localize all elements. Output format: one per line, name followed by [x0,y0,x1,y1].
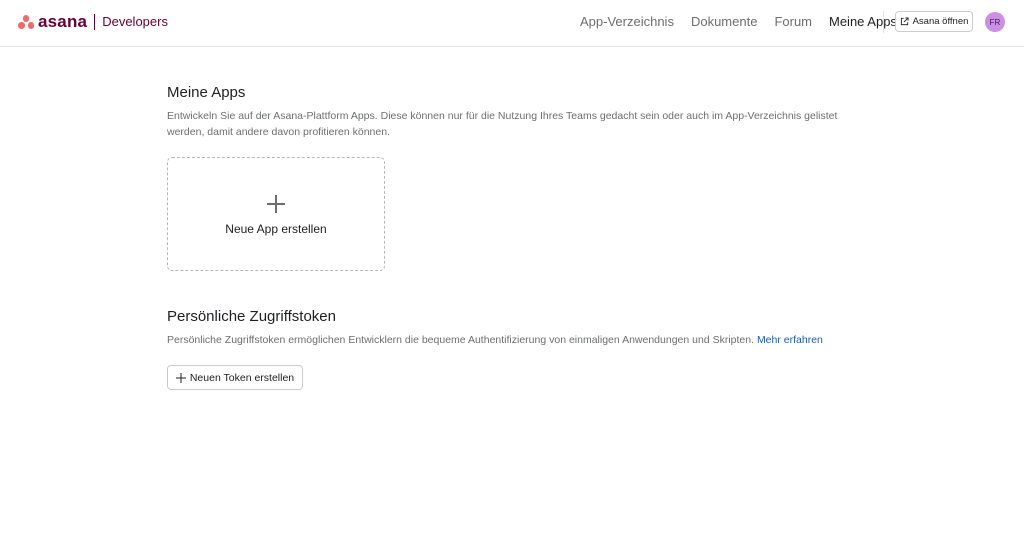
main-content: Meine Apps Entwickeln Sie auf der Asana-… [167,84,857,390]
new-app-button[interactable]: Neue App erstellen [167,157,385,271]
nav-divider [883,11,884,33]
new-token-button[interactable]: Neuen Token erstellen [167,365,303,390]
personal-access-tokens-section: Persönliche Zugriffstoken Persönliche Zu… [167,308,857,390]
brand-divider [94,14,96,30]
external-link-icon [900,17,909,26]
brand[interactable]: asana Developers [18,12,168,32]
user-avatar[interactable]: FR [985,12,1005,32]
top-navigation-bar: asana Developers App-Verzeichnis Dokumen… [0,0,1024,47]
learn-more-link[interactable]: Mehr erfahren [757,334,823,346]
tokens-description: Persönliche Zugriffstoken ermöglichen En… [167,333,847,349]
open-asana-button[interactable]: Asana öffnen [895,11,973,32]
my-apps-description: Entwickeln Sie auf der Asana-Plattform A… [167,110,838,138]
asana-logo-icon [18,15,34,29]
my-apps-title: Meine Apps [167,84,246,101]
new-token-label: Neuen Token erstellen [189,371,295,384]
nav-item-forum[interactable]: Forum [774,14,812,30]
nav-item-app-verzeichnis[interactable]: App-Verzeichnis [580,14,674,30]
main-nav: App-Verzeichnis Dokumente Forum Meine Ap… [580,14,914,30]
plus-icon [267,194,285,213]
tokens-description-text: Persönliche Zugriffstoken ermöglichen En… [167,334,755,346]
tokens-title: Persönliche Zugriffstoken [167,308,336,325]
open-asana-label: Asana öffnen [912,16,969,27]
new-app-label: Neue App erstellen [225,221,327,236]
nav-item-meine-apps[interactable]: Meine Apps [829,14,897,30]
brand-subtitle: Developers [102,14,168,29]
nav-item-dokumente[interactable]: Dokumente [691,14,757,30]
asana-logo-wordmark: asana [38,12,88,31]
plus-icon [175,372,186,383]
